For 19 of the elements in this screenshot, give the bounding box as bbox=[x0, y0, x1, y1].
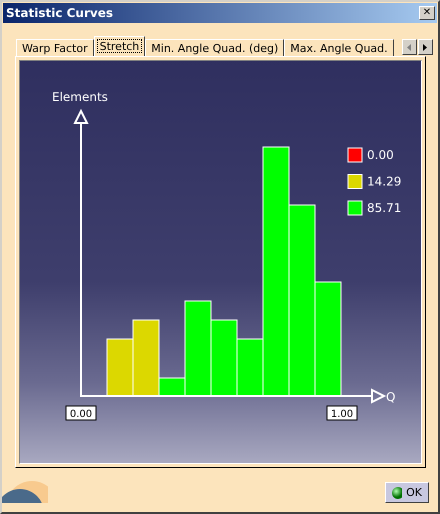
tab[interactable]: Stretch bbox=[94, 36, 146, 56]
tab[interactable]: Max. Angle Quad. bbox=[284, 39, 394, 56]
left-arrow-icon bbox=[407, 44, 412, 50]
x-min-label: 0.00 bbox=[66, 406, 96, 420]
ok-button[interactable]: OK bbox=[385, 482, 429, 503]
legend-label: 0.00 bbox=[367, 148, 394, 162]
legend-label: 85.71 bbox=[367, 201, 402, 215]
tab[interactable]: Warp Factor bbox=[16, 39, 94, 56]
scroll-left-button[interactable] bbox=[402, 39, 417, 55]
scroll-right-button[interactable] bbox=[418, 39, 433, 55]
right-arrow-icon bbox=[423, 44, 428, 50]
legend-label: 14.29 bbox=[367, 174, 402, 188]
x-max-label: 1.00 bbox=[326, 406, 358, 420]
close-button[interactable]: ✕ bbox=[419, 6, 435, 20]
x-axis-label: Q bbox=[386, 390, 396, 404]
tab[interactable]: Min. Angle Quad. (deg) bbox=[145, 39, 284, 56]
y-axis-label: Elements bbox=[52, 90, 108, 104]
window-title: Statistic Curves bbox=[6, 6, 113, 20]
histogram-bar bbox=[106, 338, 134, 396]
